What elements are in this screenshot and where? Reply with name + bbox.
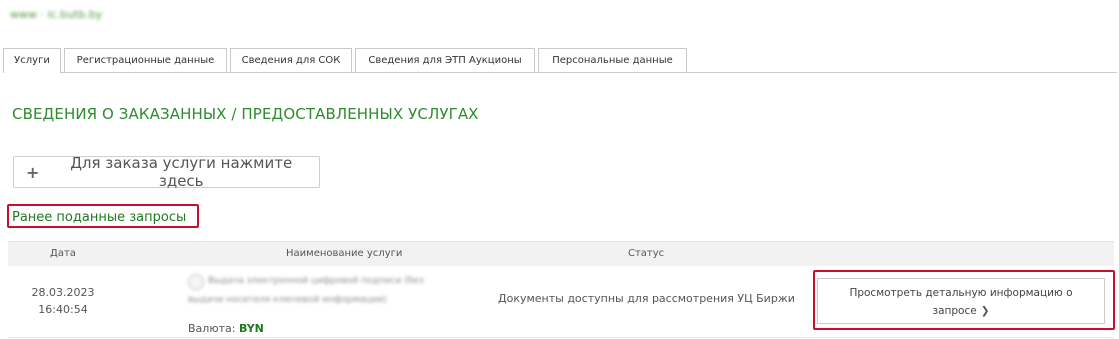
column-header-service: Наименование услуги — [286, 248, 403, 259]
request-date: 28.03.2023 — [31, 286, 95, 299]
section-title: СВЕДЕНИЯ О ЗАКАЗАННЫХ / ПРЕДОСТАВЛЕННЫХ … — [12, 105, 479, 123]
column-header-date: Дата — [50, 248, 76, 259]
tab-bar: Услуги Регистрационные данные Сведения д… — [3, 48, 1117, 73]
tab-sok-info[interactable]: Сведения для СОК — [230, 48, 352, 72]
tab-personal-data[interactable]: Персональные данные — [538, 48, 687, 72]
request-datetime: 28.03.2023 16:40:54 — [8, 284, 118, 318]
plus-icon: + — [26, 162, 40, 182]
service-name-line2: выдачи носителя ключевой информации) — [188, 295, 387, 305]
request-time: 16:40:54 — [38, 303, 88, 316]
highlight-frame — [813, 270, 1115, 330]
highlight-frame — [7, 204, 199, 228]
currency-code: BYN — [238, 322, 264, 335]
request-status: Документы доступны для рассмотрения УЦ Б… — [498, 292, 795, 305]
currency-info: Валюта: BYN — [188, 322, 264, 335]
currency-label: Валюта: — [188, 322, 236, 335]
column-header-status: Статус — [628, 248, 665, 259]
order-service-label: Для заказа услуги нажмите здесь — [70, 154, 293, 190]
breadcrumb: www · ic.butb.by — [10, 8, 103, 21]
tab-services[interactable]: Услуги — [3, 48, 61, 73]
order-service-button[interactable]: + Для заказа услуги нажмите здесь — [13, 154, 320, 190]
service-name-line1: Выдача электронной цифровой подписи (без — [208, 276, 424, 286]
service-icon — [188, 274, 204, 290]
table-header: Дата Наименование услуги Статус — [8, 241, 1114, 266]
tab-etp-auctions-info[interactable]: Сведения для ЭТП Аукционы — [355, 48, 535, 72]
tab-registration-data[interactable]: Регистрационные данные — [64, 48, 227, 72]
